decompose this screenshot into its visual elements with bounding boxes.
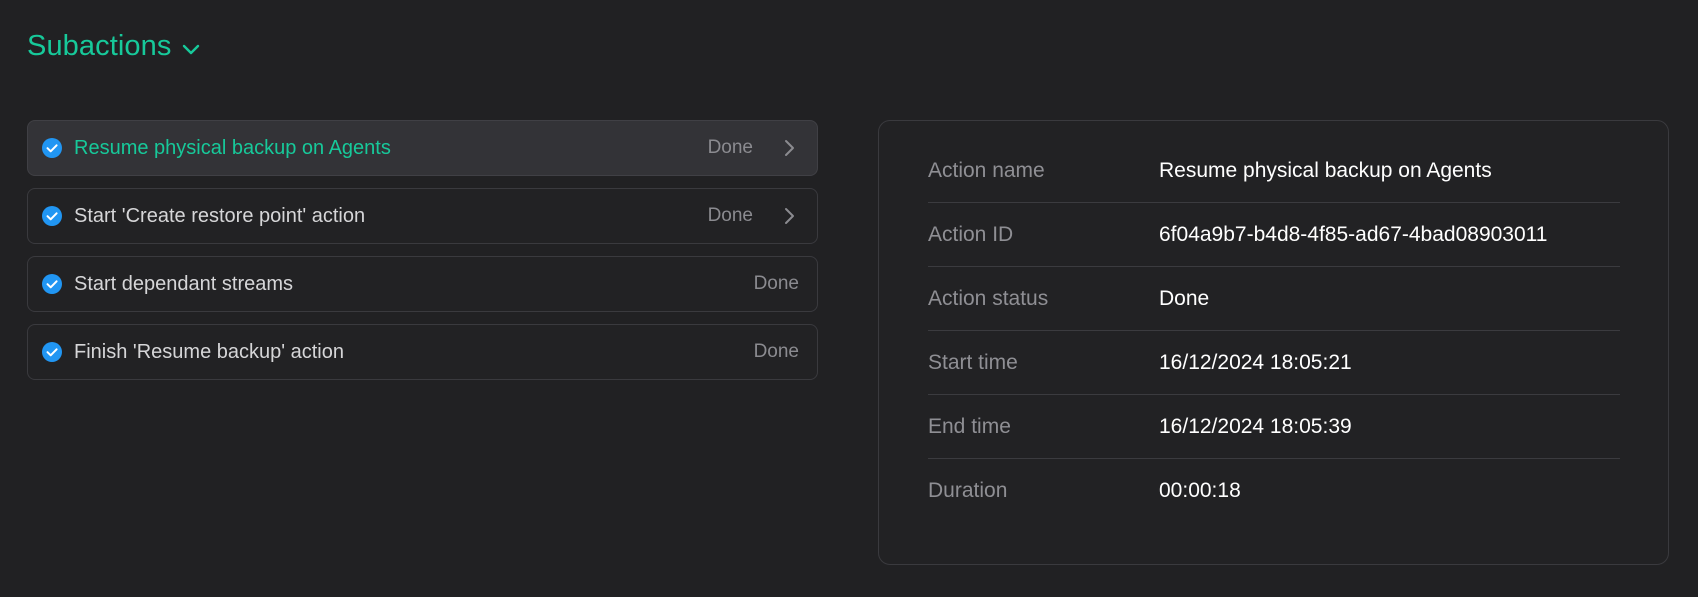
detail-value: Done bbox=[1159, 286, 1210, 310]
chevron-right-icon bbox=[779, 206, 799, 226]
status-text: Done bbox=[753, 341, 799, 362]
subactions-toggle[interactable]: Subactions bbox=[27, 30, 202, 63]
detail-row-action-name: Action name Resume physical backup on Ag… bbox=[928, 139, 1620, 203]
detail-label: Start time bbox=[928, 350, 1018, 374]
chevron-down-icon bbox=[180, 38, 202, 60]
detail-row-start-time: Start time 16/12/2024 18:05:21 bbox=[928, 331, 1620, 395]
status-text: Done bbox=[753, 273, 799, 294]
status-text: Done bbox=[707, 137, 753, 158]
subaction-label: Finish 'Resume backup' action bbox=[74, 340, 344, 363]
detail-row-end-time: End time 16/12/2024 18:05:39 bbox=[928, 395, 1620, 459]
subaction-list: Resume physical backup on Agents Done St… bbox=[27, 120, 818, 380]
detail-value: 16/12/2024 18:05:39 bbox=[1159, 414, 1352, 438]
action-details-card: Action name Resume physical backup on Ag… bbox=[878, 120, 1669, 565]
check-circle-icon bbox=[41, 341, 63, 363]
subaction-label: Start dependant streams bbox=[74, 272, 294, 295]
detail-row-action-status: Action status Done bbox=[928, 267, 1620, 331]
detail-row-duration: Duration 00:00:18 bbox=[928, 459, 1620, 522]
subaction-label: Start 'Create restore point' action bbox=[74, 204, 366, 227]
subaction-item-finish-resume-backup[interactable]: Finish 'Resume backup' action Done bbox=[27, 324, 818, 380]
detail-value: 00:00:18 bbox=[1159, 478, 1241, 502]
subaction-label: Resume physical backup on Agents bbox=[74, 136, 391, 159]
detail-label: Action status bbox=[928, 286, 1049, 310]
page: Subactions Resume physical backup on Age… bbox=[0, 0, 1698, 597]
detail-label: Action name bbox=[928, 158, 1045, 182]
detail-value: 16/12/2024 18:05:21 bbox=[1159, 350, 1352, 374]
check-circle-icon bbox=[41, 137, 63, 159]
detail-label: End time bbox=[928, 414, 1011, 438]
section-title: Subactions bbox=[27, 30, 172, 62]
subaction-item-resume-physical-backup[interactable]: Resume physical backup on Agents Done bbox=[27, 120, 818, 176]
check-circle-icon bbox=[41, 205, 63, 227]
detail-value: Resume physical backup on Agents bbox=[1159, 158, 1492, 182]
status-text: Done bbox=[707, 205, 753, 226]
subaction-item-start-dependant-streams[interactable]: Start dependant streams Done bbox=[27, 256, 818, 312]
detail-label: Duration bbox=[928, 478, 1008, 502]
chevron-right-icon bbox=[779, 138, 799, 158]
detail-label: Action ID bbox=[928, 222, 1014, 246]
detail-row-action-id: Action ID 6f04a9b7-b4d8-4f85-ad67-4bad08… bbox=[928, 203, 1620, 267]
check-circle-icon bbox=[41, 273, 63, 295]
subaction-item-create-restore-point[interactable]: Start 'Create restore point' action Done bbox=[27, 188, 818, 244]
detail-value: 6f04a9b7-b4d8-4f85-ad67-4bad08903011 bbox=[1159, 222, 1548, 246]
